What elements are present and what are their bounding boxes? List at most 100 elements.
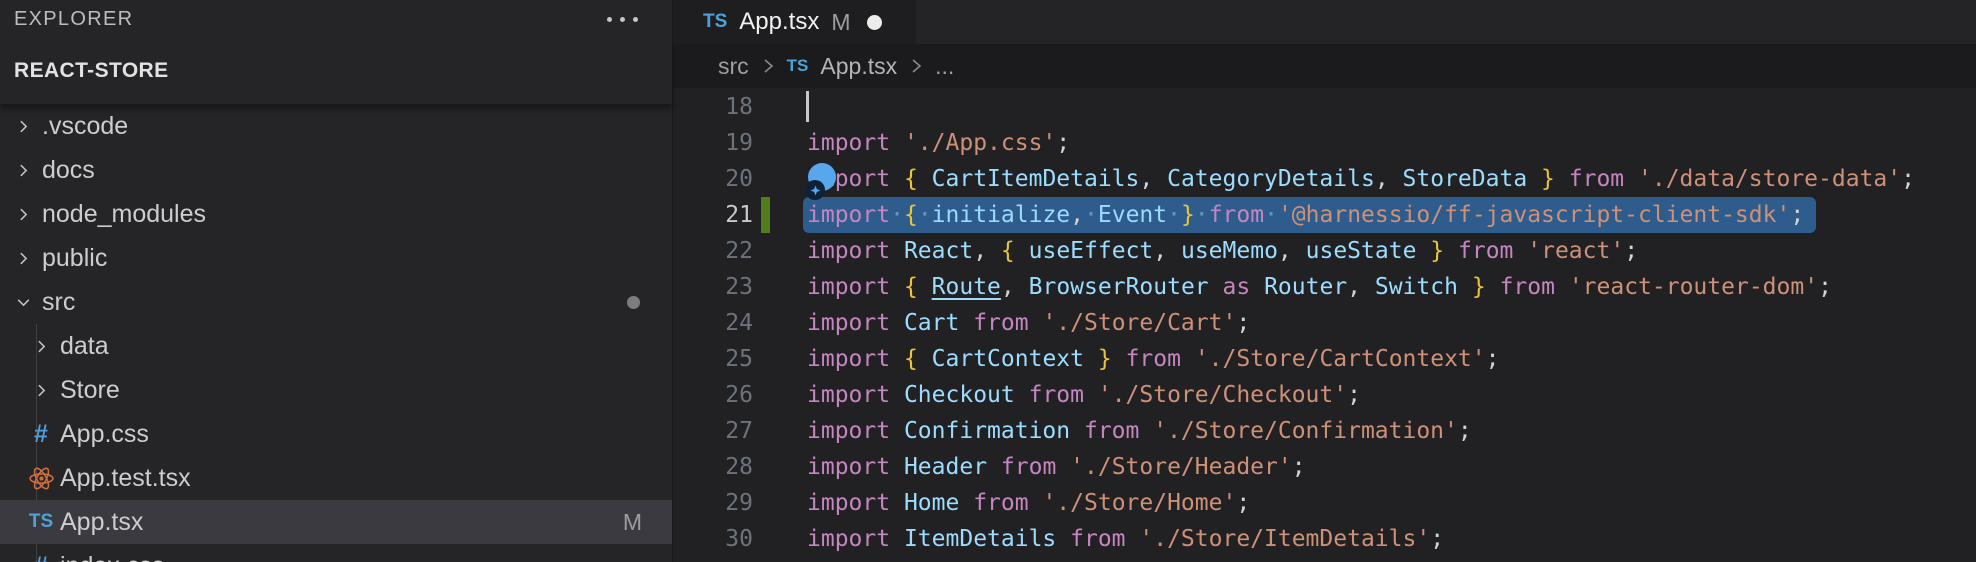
- token: import: [807, 382, 890, 408]
- breadcrumb-segment-src[interactable]: src: [718, 53, 749, 80]
- tree-item-public[interactable]: public: [0, 236, 672, 280]
- tree-item-data[interactable]: data: [0, 324, 672, 368]
- tree-item-node_modules[interactable]: node_modules: [0, 192, 672, 236]
- token: from: [973, 310, 1028, 336]
- line-number: 30: [673, 521, 753, 557]
- chevron-right-icon: [8, 236, 38, 280]
- tree-item-label: App.tsx: [60, 508, 143, 537]
- tree-item-App.tsx[interactable]: TSApp.tsxM: [0, 500, 672, 544]
- code-line-29[interactable]: 29import Home from './Store/Home';: [673, 485, 1976, 521]
- token: import: [807, 454, 890, 480]
- token: ;: [1790, 202, 1804, 228]
- token: BrowserRouter: [1029, 274, 1209, 300]
- token: Router: [1264, 274, 1347, 300]
- code-line-27[interactable]: 27import Confirmation from './Store/Conf…: [673, 413, 1976, 449]
- code-line-20[interactable]: 20import { CartItemDetails, CategoryDeta…: [673, 161, 1976, 197]
- token: [1444, 238, 1458, 264]
- tree-item-label: docs: [42, 156, 95, 185]
- token: [959, 490, 973, 516]
- token: ·: [1195, 202, 1209, 228]
- token: [918, 274, 932, 300]
- tree-item-App.test.tsx[interactable]: App.test.tsx: [0, 456, 672, 500]
- code-line-text: import './App.css';: [807, 125, 1070, 161]
- token: CategoryDetails: [1167, 166, 1375, 192]
- css-icon: #: [26, 544, 56, 562]
- code-line-18[interactable]: 18: [673, 89, 1976, 125]
- token: }: [1472, 274, 1486, 300]
- sparkle-badge-icon: [805, 180, 825, 200]
- chevron-right-icon: [26, 368, 56, 412]
- token: [1070, 418, 1084, 444]
- token: ;: [1292, 454, 1306, 480]
- token: ;: [1236, 490, 1250, 516]
- token: [1056, 454, 1070, 480]
- code-line-28[interactable]: 28import Header from './Store/Header';: [673, 449, 1976, 485]
- breadcrumb-segment-file[interactable]: App.tsx: [820, 53, 897, 80]
- token: from: [1209, 202, 1264, 228]
- token: {: [904, 202, 918, 228]
- token: }: [1541, 166, 1555, 192]
- token: CartContext: [932, 346, 1084, 372]
- text-cursor: [806, 91, 809, 122]
- tree-item-docs[interactable]: docs: [0, 148, 672, 192]
- token: from: [973, 490, 1028, 516]
- dirty-dot-icon[interactable]: [867, 15, 882, 30]
- token: ;: [1236, 310, 1250, 336]
- token: './Store/Home': [1042, 490, 1236, 516]
- code-line-25[interactable]: 25import { CartContext } from './Store/C…: [673, 341, 1976, 377]
- editor-tabstrip: TS App.tsx M: [673, 0, 1976, 44]
- code-editor[interactable]: 1819import './App.css';20import { CartIt…: [673, 88, 1976, 562]
- token: [890, 310, 904, 336]
- tree-item-src[interactable]: src: [0, 280, 672, 324]
- tree-item-.vscode[interactable]: .vscode: [0, 104, 672, 148]
- token: from: [1500, 274, 1555, 300]
- line-number: 27: [673, 413, 753, 449]
- code-line-30[interactable]: 30import ItemDetails from './Store/ItemD…: [673, 521, 1976, 557]
- code-line-text: import Checkout from './Store/Checkout';: [807, 377, 1361, 413]
- token: useEffect: [1029, 238, 1154, 264]
- chevron-right-icon: [8, 148, 38, 192]
- explorer-sidebar: EXPLORER REACT-STORE .vscodedocsnode_mod…: [0, 0, 673, 562]
- ellipsis-icon[interactable]: [607, 17, 638, 22]
- token: import: [807, 346, 890, 372]
- tree-item-label: .vscode: [42, 112, 128, 141]
- code-line-22[interactable]: 22import React, { useEffect, useMemo, us…: [673, 233, 1976, 269]
- typescript-icon: TS: [26, 500, 56, 544]
- lightbulb-icon[interactable]: [808, 163, 840, 209]
- token: }: [1430, 238, 1444, 264]
- tab-app-tsx[interactable]: TS App.tsx M: [673, 0, 916, 44]
- code-line-24[interactable]: 24import Cart from './Store/Cart';: [673, 305, 1976, 341]
- breadcrumb-segment-more[interactable]: ...: [935, 53, 954, 80]
- tree-item-index.css[interactable]: #index.css: [0, 544, 672, 562]
- code-line-26[interactable]: 26import Checkout from './Store/Checkout…: [673, 377, 1976, 413]
- token: ItemDetails: [904, 526, 1056, 552]
- code-line-23[interactable]: 23import { Route, BrowserRouter as Route…: [673, 269, 1976, 305]
- token: ·: [1167, 202, 1181, 228]
- tree-item-App.css[interactable]: #App.css: [0, 412, 672, 456]
- code-line-19[interactable]: 19import './App.css';: [673, 125, 1976, 161]
- token: ;: [1056, 130, 1070, 156]
- token: Switch: [1375, 274, 1458, 300]
- token: import: [807, 130, 890, 156]
- token: [1624, 166, 1638, 192]
- token: ;: [1347, 382, 1361, 408]
- token: {: [904, 346, 918, 372]
- token: ·: [890, 202, 904, 228]
- token: [890, 526, 904, 552]
- token: import: [807, 274, 890, 300]
- token: from: [1084, 418, 1139, 444]
- token: from: [1001, 454, 1056, 480]
- tree-item-label: App.css: [60, 420, 149, 449]
- token: [1555, 166, 1569, 192]
- token: initialize: [932, 202, 1070, 228]
- token: ·: [1084, 202, 1098, 228]
- token: ,: [1139, 166, 1153, 192]
- token: [1015, 382, 1029, 408]
- token: [1153, 166, 1167, 192]
- project-section-header[interactable]: REACT-STORE: [0, 38, 672, 104]
- tree-item-Store[interactable]: Store: [0, 368, 672, 412]
- token: [1126, 526, 1140, 552]
- tree-item-label: public: [42, 244, 107, 273]
- token: ,: [1347, 274, 1361, 300]
- code-line-21[interactable]: 21import·{·initialize,·Event·}·from·'@ha…: [673, 197, 1976, 233]
